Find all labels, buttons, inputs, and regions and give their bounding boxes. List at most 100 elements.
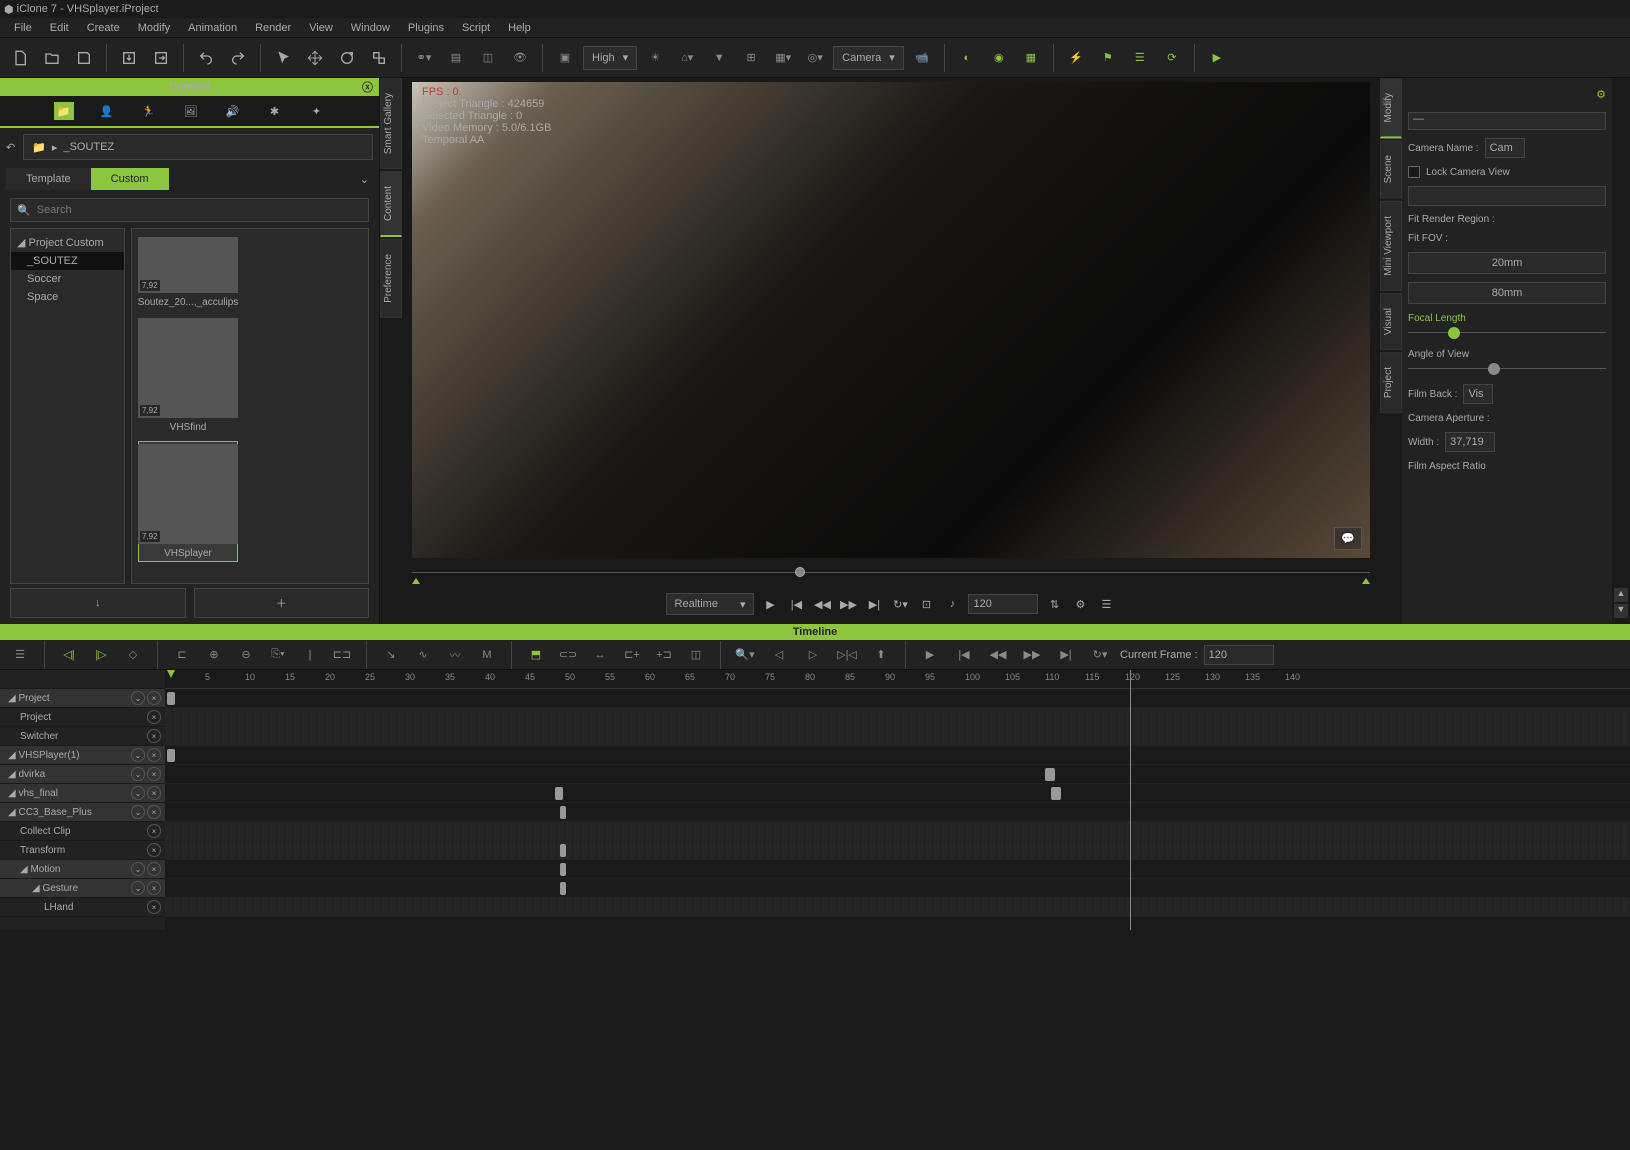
timeline-track[interactable]: Project×: [0, 708, 165, 727]
import-icon[interactable]: [115, 44, 143, 72]
zoom-extent-icon[interactable]: ▼: [705, 44, 733, 72]
menu-animation[interactable]: Animation: [180, 20, 245, 36]
menu-plugins[interactable]: Plugins: [400, 20, 452, 36]
mini-scrubber[interactable]: [412, 564, 1370, 582]
rotate-tool-icon[interactable]: [333, 44, 361, 72]
snap-icon[interactable]: ◫: [474, 44, 502, 72]
orbit-icon[interactable]: ◎▾: [801, 44, 829, 72]
new-file-icon[interactable]: [6, 44, 34, 72]
chevron-down-icon[interactable]: ⌄: [360, 173, 369, 186]
menu-window[interactable]: Window: [343, 20, 398, 36]
camera-dropdown[interactable]: Camera▾: [833, 46, 904, 70]
play-icon[interactable]: ▶: [760, 594, 780, 614]
clip-remove-icon[interactable]: ⊖: [232, 641, 260, 669]
m-icon[interactable]: M: [473, 641, 501, 669]
menu-modify[interactable]: Modify: [130, 20, 178, 36]
filmback-field[interactable]: [1463, 384, 1493, 404]
timeline-track[interactable]: ◢ dvirka⌄×: [0, 765, 165, 784]
out-icon[interactable]: +⊐: [650, 641, 678, 669]
expand-icon[interactable]: ⌄: [131, 691, 145, 705]
pan-icon[interactable]: ⊞: [737, 44, 765, 72]
expand-icon[interactable]: ⌄: [131, 881, 145, 895]
list-icon[interactable]: ☰: [1126, 44, 1154, 72]
copy-icon[interactable]: ⎘▾: [264, 641, 292, 669]
side-tab-visual[interactable]: Visual: [1380, 293, 1402, 350]
gi-cache-icon[interactable]: ◉: [985, 44, 1013, 72]
down-icon[interactable]: ▼: [1614, 604, 1628, 618]
gear-icon[interactable]: ⚙: [1070, 594, 1090, 614]
expand-icon[interactable]: ⌄: [131, 862, 145, 876]
undo-icon[interactable]: [192, 44, 220, 72]
in-icon[interactable]: ⊏+: [618, 641, 646, 669]
tl-end-icon[interactable]: ▶|: [1052, 641, 1080, 669]
home-icon[interactable]: ⌂▾: [673, 44, 701, 72]
content-thumb[interactable]: 7,92VHSplayer: [138, 441, 238, 562]
aperture-width-field[interactable]: [1445, 432, 1495, 452]
timeline-track[interactable]: ◢ VHSPlayer(1)⌄×: [0, 746, 165, 765]
remove-track-icon[interactable]: ×: [147, 824, 161, 838]
open-file-icon[interactable]: [38, 44, 66, 72]
up-icon[interactable]: ▲: [1614, 588, 1628, 602]
tree-item[interactable]: Soccer: [11, 270, 124, 288]
tl-loop-icon[interactable]: ↻▾: [1086, 641, 1114, 669]
focal-80mm-button[interactable]: 80mm: [1408, 282, 1606, 304]
tl-rew-icon[interactable]: ◀◀: [984, 641, 1012, 669]
skip-start-icon[interactable]: |◀: [786, 594, 806, 614]
menu-help[interactable]: Help: [500, 20, 539, 36]
range-icon[interactable]: ⊂⊃: [554, 641, 582, 669]
current-frame-field[interactable]: [1204, 645, 1274, 665]
timeline-track[interactable]: LHand×: [0, 898, 165, 917]
side-tab-smart-gallery[interactable]: Smart Gallery: [380, 78, 402, 169]
flip-v-icon[interactable]: ▷: [799, 641, 827, 669]
remove-track-icon[interactable]: ×: [147, 805, 161, 819]
media-tab-icon[interactable]: ✱: [266, 102, 284, 120]
custom-tab[interactable]: Custom: [91, 168, 169, 190]
zoom-icon[interactable]: 🔍▾: [731, 641, 759, 669]
menu-edit[interactable]: Edit: [42, 20, 77, 36]
list-icon[interactable]: ☰: [1096, 594, 1116, 614]
side-tab-content[interactable]: Content: [380, 171, 402, 237]
note-icon[interactable]: ⊡: [916, 594, 936, 614]
tree-item[interactable]: Space: [11, 288, 124, 306]
project-tab-icon[interactable]: 📁: [54, 102, 74, 120]
remove-track-icon[interactable]: ×: [147, 748, 161, 762]
export-icon[interactable]: [147, 44, 175, 72]
scene-tab-icon[interactable]: 🖼: [182, 102, 200, 120]
remove-track-icon[interactable]: ×: [147, 786, 161, 800]
timeline-area[interactable]: 5101520253035404550556065707580859095100…: [165, 670, 1630, 930]
side-tab-modify[interactable]: Modify: [1380, 78, 1402, 138]
curve-icon[interactable]: ∿: [409, 641, 437, 669]
motion-icon[interactable]: ⚡: [1062, 44, 1090, 72]
quality-dropdown[interactable]: High▾: [583, 46, 637, 70]
viewport[interactable]: FPS : 0. Project Triangle : 424659 Selec…: [412, 82, 1370, 558]
rewind-icon[interactable]: ◀◀: [812, 594, 832, 614]
focal-20mm-button[interactable]: 20mm: [1408, 252, 1606, 274]
add-button[interactable]: ＋: [194, 588, 370, 618]
side-tab-mini-viewport[interactable]: Mini Viewport: [1380, 201, 1402, 291]
remove-track-icon[interactable]: ×: [147, 843, 161, 857]
content-thumb[interactable]: 7,92VHSfind: [138, 316, 238, 435]
camera-icon[interactable]: 📹: [908, 44, 936, 72]
ease-icon[interactable]: ↘: [377, 641, 405, 669]
loop-icon[interactable]: ↻▾: [890, 594, 910, 614]
effect-tab-icon[interactable]: ✦: [308, 102, 326, 120]
close-icon[interactable]: ⓧ: [362, 79, 373, 95]
audio-icon[interactable]: ♪: [942, 594, 962, 614]
render-icon[interactable]: ▶: [1203, 44, 1231, 72]
marker-icon[interactable]: ⬒: [522, 641, 550, 669]
curve-icon[interactable]: ⟳: [1158, 44, 1186, 72]
animation-tab-icon[interactable]: 🏃: [140, 102, 158, 120]
split-icon[interactable]: |: [296, 641, 324, 669]
template-tab[interactable]: Template: [6, 168, 91, 190]
scale-tool-icon[interactable]: [365, 44, 393, 72]
link-icon[interactable]: ⚭▾: [410, 44, 438, 72]
key-next-icon[interactable]: |▷: [87, 641, 115, 669]
dolly-icon[interactable]: ▦▾: [769, 44, 797, 72]
download-button[interactable]: ↓: [10, 588, 186, 618]
focal-length-slider[interactable]: [1408, 326, 1606, 340]
lock-camera-checkbox[interactable]: [1408, 166, 1420, 178]
timeline-track[interactable]: ◢ Motion⌄×: [0, 860, 165, 879]
side-tab-scene[interactable]: Scene: [1380, 140, 1402, 198]
key-toggle-icon[interactable]: ◇: [119, 641, 147, 669]
snap2-icon[interactable]: ◫: [682, 641, 710, 669]
